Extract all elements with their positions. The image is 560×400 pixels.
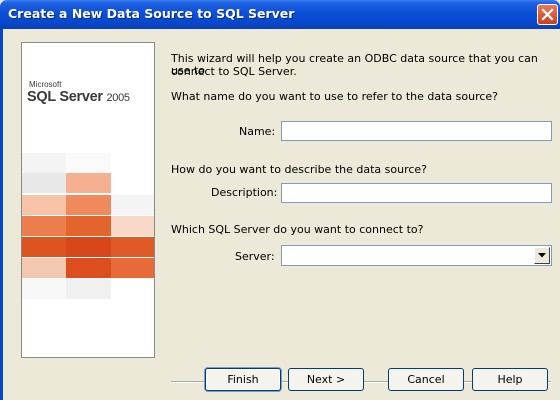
- banner-tile: [22, 195, 66, 215]
- logo-product: SQL Server 2005: [27, 89, 130, 105]
- server-combobox[interactable]: [281, 245, 552, 266]
- server-dropdown-button[interactable]: [534, 247, 550, 264]
- banner-tile: [22, 279, 66, 299]
- logo-product-name: SQL Server: [27, 89, 103, 105]
- description-label: Description:: [211, 186, 278, 199]
- server-label: Server:: [235, 250, 275, 263]
- banner-tile: [66, 279, 111, 299]
- dialog-window: Create a New Data Source to SQL Server M…: [0, 0, 560, 400]
- banner-tile: [66, 153, 111, 173]
- server-question: Which SQL Server do you want to connect …: [171, 223, 424, 236]
- cancel-button[interactable]: Cancel: [388, 368, 464, 391]
- banner-tile: [111, 216, 154, 236]
- banner-tile: [22, 173, 66, 193]
- banner-tile: [22, 153, 66, 173]
- banner-tile: [66, 195, 111, 215]
- banner-tile: [66, 173, 111, 193]
- close-button[interactable]: [537, 4, 558, 25]
- banner-tile: [111, 195, 154, 215]
- banner-tile: [111, 258, 154, 278]
- window-frame-left: [0, 29, 3, 400]
- next-button[interactable]: Next >: [288, 368, 364, 391]
- banner-tile: [22, 216, 66, 236]
- sql-server-banner: Microsoft SQL Server 2005: [21, 42, 155, 358]
- banner-tile: [66, 216, 111, 236]
- banner-tile: [66, 237, 111, 257]
- banner-tile: [22, 237, 66, 257]
- title-bar[interactable]: Create a New Data Source to SQL Server: [0, 0, 560, 29]
- finish-button[interactable]: Finish: [205, 368, 281, 391]
- name-field[interactable]: [281, 121, 552, 141]
- name-label: Name:: [239, 125, 276, 138]
- logo-version: 2005: [106, 92, 130, 104]
- banner-tile: [22, 258, 66, 278]
- banner-tile: [66, 258, 111, 278]
- description-question: How do you want to describe the data sou…: [171, 163, 428, 176]
- help-button[interactable]: Help: [472, 368, 548, 391]
- logo-vendor: Microsoft: [29, 80, 62, 89]
- name-question: What name do you want to use to refer to…: [171, 90, 499, 103]
- intro-line-2: connect to SQL Server.: [171, 65, 297, 78]
- window-title: Create a New Data Source to SQL Server: [8, 6, 295, 21]
- description-field[interactable]: [281, 183, 552, 203]
- banner-tile: [111, 237, 154, 257]
